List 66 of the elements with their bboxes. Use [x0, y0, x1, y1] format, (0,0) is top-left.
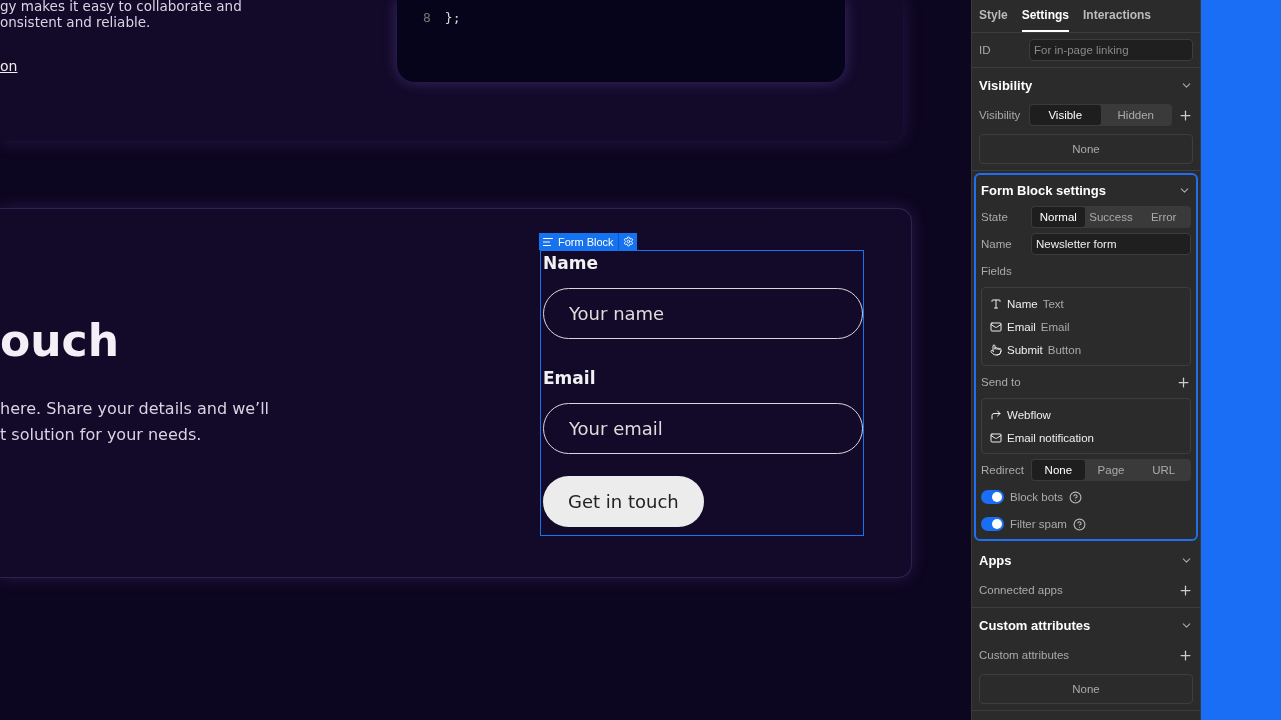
segment-option[interactable]: Visible	[1030, 105, 1101, 125]
segment-option[interactable]: Error	[1137, 207, 1190, 227]
form-block[interactable]: Name Your name Email Your email Get in touch	[540, 250, 864, 536]
input-field[interactable]: Your name	[543, 288, 863, 339]
segment-option[interactable]: Normal	[1032, 207, 1085, 227]
mail-icon	[990, 320, 1002, 333]
settings-icon[interactable]	[622, 236, 634, 247]
panel-tab[interactable]: Settings	[1021, 0, 1070, 32]
empty-state: None	[979, 134, 1193, 164]
section-title: Apps	[979, 552, 1013, 568]
field-item[interactable]: Submit Button	[990, 338, 1182, 361]
add-icon[interactable]	[1178, 582, 1193, 598]
field-label: Connected apps	[979, 584, 1064, 596]
help-icon[interactable]	[1072, 517, 1086, 531]
toggle-switch[interactable]	[981, 490, 1004, 504]
body-text: here. Share your details and we’ll	[0, 398, 271, 420]
mail-icon	[990, 431, 1002, 444]
empty-state: None	[979, 674, 1193, 704]
field-label: State	[981, 211, 1009, 223]
field-label: Fields	[981, 265, 1013, 277]
panel-tab[interactable]: Interactions	[1083, 0, 1152, 32]
body-text: onsistent and reliable.	[0, 14, 152, 32]
segment-option[interactable]: None	[1032, 460, 1085, 480]
element-tag[interactable]: Form Block	[539, 233, 637, 250]
code-text: };	[444, 10, 461, 25]
type-icon	[990, 297, 1002, 310]
body-text: t solution for your needs.	[0, 424, 203, 446]
add-icon[interactable]	[1176, 374, 1191, 390]
field-label: ID	[979, 44, 992, 56]
destination-item[interactable]: Email notification	[990, 426, 1182, 449]
toggle-label: Filter spam	[1010, 518, 1067, 530]
segment-option[interactable]: URL	[1137, 460, 1190, 480]
line-number: 8	[423, 10, 431, 25]
pointer-icon	[990, 343, 1002, 356]
section-title: Custom attributes	[979, 617, 1092, 633]
form-icon	[542, 235, 554, 248]
field-item[interactable]: Email Email	[990, 315, 1182, 338]
field-label: Visibility	[979, 109, 1022, 121]
arrow-icon	[990, 408, 1002, 421]
field-label: Send to	[981, 376, 1022, 388]
section-title: Form Block settings	[981, 182, 1107, 198]
field-label: Redirect	[981, 464, 1025, 476]
section-title: Visibility	[979, 77, 1034, 93]
submit-button[interactable]: Get in touch	[543, 476, 704, 527]
body-text: gy makes it easy to collaborate and	[0, 0, 243, 16]
destination-item[interactable]: Webflow	[990, 403, 1182, 426]
text-link[interactable]: on	[0, 58, 18, 74]
panel-tab[interactable]: Style	[979, 0, 1008, 32]
field-label: Custom attributes	[979, 649, 1071, 661]
id-field[interactable]: For in-page linking	[1029, 39, 1193, 61]
add-icon[interactable]	[1178, 647, 1193, 663]
field-label: Email	[543, 368, 596, 388]
segment-option[interactable]: Success	[1084, 207, 1138, 227]
name-field[interactable]: Newsletter form	[1031, 233, 1191, 255]
toggle-label: Block bots	[1010, 491, 1064, 503]
tag-label: Form Block	[558, 235, 614, 248]
field-item[interactable]: Name Text	[990, 292, 1182, 315]
help-icon[interactable]	[1069, 490, 1083, 504]
input-field[interactable]: Your email	[543, 403, 863, 454]
toggle-switch[interactable]	[981, 517, 1004, 531]
add-icon[interactable]	[1178, 107, 1193, 123]
field-label: Name	[543, 253, 598, 273]
segment-option[interactable]: Hidden	[1100, 105, 1171, 125]
field-label: Name	[981, 238, 1013, 250]
section-heading: ouch	[0, 315, 120, 366]
segment-option[interactable]: Page	[1084, 460, 1138, 480]
